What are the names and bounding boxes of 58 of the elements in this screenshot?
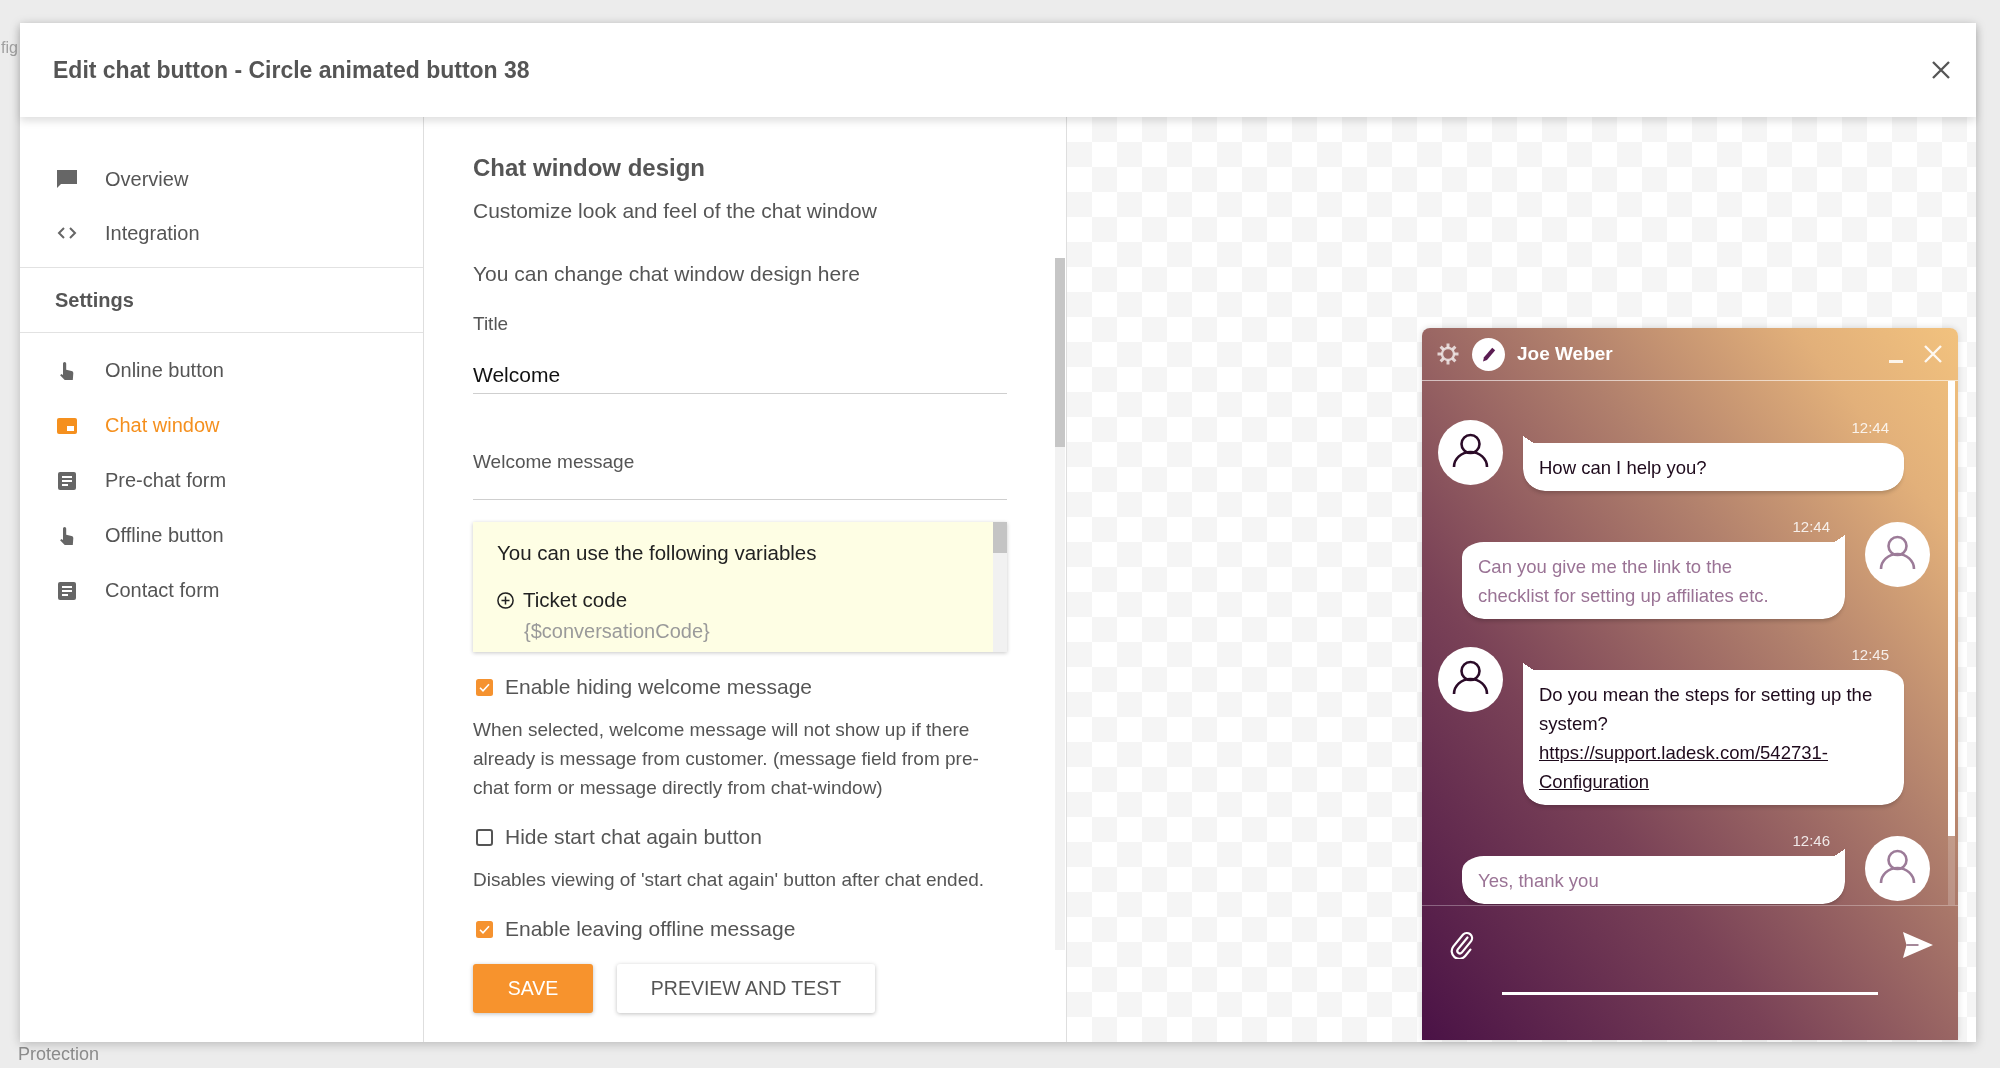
- close-icon: [1931, 60, 1951, 80]
- scrollbar-thumb[interactable]: [1055, 258, 1065, 447]
- sidebar-item[interactable]: Pre-chat form: [20, 453, 423, 508]
- checkbox[interactable]: [476, 678, 493, 696]
- pencil-icon[interactable]: [1472, 337, 1505, 371]
- hand-pointer-icon: [59, 526, 75, 545]
- background-label: fig: [1, 38, 18, 58]
- dialog-title: Edit chat button - Circle animated button 38: [53, 56, 530, 84]
- window-icon: [57, 417, 77, 434]
- hand-pointer-icon: [59, 361, 75, 380]
- field-label: Welcome message: [473, 450, 635, 474]
- sidebar-item[interactable]: Offline button: [20, 508, 423, 563]
- variable-name: Ticket code: [523, 588, 628, 612]
- help-text: Disables viewing of 'start chat again' button after chat ended.: [473, 868, 986, 892]
- intro-text: You can change chat window design here: [473, 261, 860, 287]
- text-field[interactable]: Welcome: [473, 361, 1007, 394]
- agent-name: Joe Weber: [1517, 343, 1613, 365]
- checkbox-label: Hide start chat again button: [505, 825, 762, 849]
- settings-icon[interactable]: [1437, 343, 1459, 365]
- message-text: Can you give me the link to the checklist for setting up affiliates etc.: [1478, 555, 1770, 608]
- variables-title: You can use the following variables: [497, 541, 817, 565]
- message-time: 12:45: [1851, 647, 1889, 663]
- sidebar-item[interactable]: Integration: [20, 206, 423, 260]
- plus-circle-icon[interactable]: [497, 591, 514, 609]
- message-link[interactable]: https://support.ladesk.com/542731-Configuration: [1539, 738, 1894, 796]
- sidebar-item[interactable]: Online button: [20, 343, 423, 398]
- checkbox[interactable]: [476, 920, 493, 938]
- user-avatar-icon: [1438, 420, 1503, 485]
- document-icon: [58, 471, 76, 490]
- user-avatar-icon: [1438, 647, 1503, 712]
- sidebar-item[interactable]: Overview: [20, 152, 423, 206]
- message-time: 12:44: [1851, 420, 1889, 436]
- preview-button[interactable]: PREVIEW AND TEST: [617, 964, 875, 1013]
- code-icon: [57, 227, 77, 239]
- section-subtitle: Customize look and feel of the chat window: [473, 198, 877, 224]
- sidebar-item[interactable]: Contact form: [20, 563, 423, 618]
- close-button[interactable]: [1931, 60, 1951, 80]
- help-text: When selected, welcome message will not show up if there already is message from customer. (message field from pre-chat form or message directly from chat-window): [473, 718, 980, 800]
- user-avatar-icon: [1865, 522, 1930, 587]
- checkbox-label: Enable hiding welcome message: [505, 675, 812, 699]
- message-text: Yes, thank you: [1478, 869, 1599, 893]
- document-icon: [58, 581, 76, 600]
- message-time: 12:46: [1792, 833, 1830, 849]
- variable-code: {$conversationCode}: [524, 619, 710, 643]
- paperclip-icon[interactable]: [1450, 931, 1474, 959]
- chat-bubble-icon: [57, 170, 77, 188]
- checkbox-label: Enable leaving offline message: [505, 917, 796, 941]
- message-text: Do you mean the steps for setting up the system?: [1539, 683, 1874, 736]
- background-label: Protection: [18, 1043, 100, 1065]
- field-label: Title: [473, 312, 509, 336]
- checkbox[interactable]: [476, 828, 493, 846]
- user-avatar-icon: [1865, 836, 1930, 901]
- scrollbar-thumb[interactable]: [993, 522, 1007, 553]
- section-title: Settings: [55, 288, 134, 312]
- section-heading: Chat window design: [473, 153, 705, 183]
- send-icon[interactable]: [1903, 932, 1933, 958]
- message-text: How can I help you?: [1539, 456, 1707, 480]
- message-time: 12:44: [1792, 519, 1830, 535]
